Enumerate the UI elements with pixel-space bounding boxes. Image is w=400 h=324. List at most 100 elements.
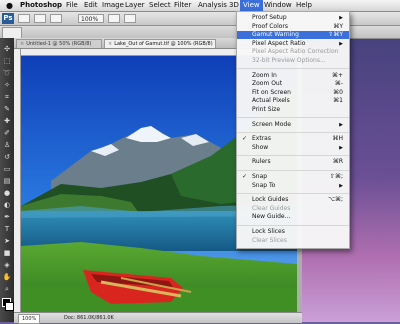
path-selection-tool-icon[interactable]: ➤ — [2, 236, 12, 246]
menu-item-shortcut: ⌥⌘; — [328, 196, 343, 204]
clone-stamp-tool-icon[interactable]: ♙ — [2, 140, 12, 150]
menu-item-label: Lock Guides — [252, 196, 289, 204]
submenu-arrow-icon: ▶ — [339, 144, 343, 151]
apple-icon[interactable]: ● — [6, 0, 13, 11]
menu-item-shortcut: ⌘Y — [333, 22, 343, 30]
tools-panel: ✣ ⬚ ➰ ✧ ⌗ ✎ ✚ ✐ ♙ ↺ ▭ ▤ ● ◐ ✒ T ➤ ■ ◈ ✋ … — [0, 38, 14, 322]
menu-item-shortcut: ⌘- — [334, 80, 343, 88]
magic-wand-tool-icon[interactable]: ✧ — [2, 80, 12, 90]
arrange-documents-button[interactable] — [108, 14, 120, 23]
menu-item-lock-slices[interactable]: Lock Slices — [237, 228, 349, 236]
menu-view[interactable]: View — [240, 0, 263, 11]
menu-separator — [237, 117, 349, 119]
history-brush-tool-icon[interactable]: ↺ — [2, 152, 12, 162]
menu-item-label: Fit on Screen — [252, 88, 291, 96]
menu-item-rulers[interactable]: Rulers ⌘R — [237, 158, 349, 166]
dodge-tool-icon[interactable]: ◐ — [2, 200, 12, 210]
menu-item-label: 32-bit Preview Options... — [252, 57, 326, 64]
brush-tool-icon[interactable]: ✐ — [2, 128, 12, 138]
menu-item-proof-setup[interactable]: Proof Setup ▶ — [237, 14, 349, 22]
tab-label: Untitled-1 @ 50% (RGB/8) — [26, 41, 92, 47]
zoom-level-field[interactable]: 100% — [78, 14, 104, 23]
menu-item-label: Clear Guides — [252, 204, 291, 212]
menu-item-label: Clear Slices — [252, 236, 287, 244]
tab-lake-out-of-gamut[interactable]: × Lake_Out of Gamut.tif @ 100% (RGB/8) — [104, 39, 216, 48]
menu-item-clear-guides: Clear Guides — [237, 205, 349, 213]
zoom-tool-icon[interactable]: ⌕ — [2, 284, 12, 294]
status-zoom-field[interactable]: 100% — [18, 314, 41, 324]
view-menu-dropdown: Proof Setup ▶ Proof Colors ⌘Y Gamut Warning ⇧… — [236, 11, 350, 249]
menu-item-label: Snap To — [252, 181, 276, 189]
menu-item-zoom-out[interactable]: Zoom Out ⌘- — [237, 80, 349, 88]
menu-image[interactable]: Image — [102, 0, 124, 11]
healing-brush-tool-icon[interactable]: ✚ — [2, 116, 12, 126]
rotate-view-button[interactable] — [50, 14, 62, 23]
menu-item-snap-to[interactable]: Snap To ▶ — [237, 182, 349, 190]
menu-analysis[interactable]: Analysis — [198, 0, 227, 11]
3d-rotate-tool-icon[interactable]: ◈ — [2, 260, 12, 270]
tab-label: Lake_Out of Gamut.tif @ 100% (RGB/8) — [114, 41, 213, 47]
menu-item-label: Extras — [252, 135, 271, 143]
background-color-swatch[interactable] — [5, 302, 14, 311]
menu-filter[interactable]: Filter — [174, 0, 191, 11]
submenu-arrow-icon: ▶ — [339, 15, 343, 21]
menu-3d[interactable]: 3D — [229, 0, 239, 11]
close-tab-icon[interactable]: × — [20, 41, 24, 47]
eraser-tool-icon[interactable]: ▭ — [2, 164, 12, 174]
menu-item-32-bit-preview-options: 32-bit Preview Options... — [237, 57, 349, 65]
menu-select[interactable]: Select — [149, 0, 171, 11]
menu-window[interactable]: Window — [264, 0, 292, 11]
menu-item-fit-on-screen[interactable]: Fit on Screen ⌘0 — [237, 89, 349, 97]
crop-tool-icon[interactable]: ⌗ — [2, 92, 12, 102]
tab-untitled-1[interactable]: × Untitled-1 @ 50% (RGB/8) — [16, 39, 102, 48]
menu-help[interactable]: Help — [296, 0, 312, 11]
menu-item-label: Gamut Warning — [252, 31, 299, 39]
hand-tool-icon[interactable]: ✋ — [2, 272, 12, 282]
move-tool-icon[interactable]: ✣ — [2, 44, 12, 54]
shape-tool-icon[interactable]: ■ — [2, 248, 12, 258]
menu-item-label: Zoom In — [252, 71, 277, 79]
menu-item-label: Actual Pixels — [252, 97, 290, 105]
menu-item-proof-colors[interactable]: Proof Colors ⌘Y — [237, 23, 349, 31]
menu-edit[interactable]: Edit — [84, 0, 98, 11]
menu-app-name[interactable]: Photoshop — [20, 0, 62, 11]
menu-separator — [237, 192, 349, 194]
lasso-tool-icon[interactable]: ➰ — [2, 68, 12, 78]
menu-item-shortcut: ⌘0 — [333, 88, 343, 96]
menu-layer[interactable]: Layer — [125, 0, 145, 11]
menu-item-lock-guides[interactable]: Lock Guides ⌥⌘; — [237, 196, 349, 204]
menu-item-label: Proof Colors — [252, 22, 288, 30]
checkmark-icon: ✓ — [242, 135, 248, 143]
menu-item-actual-pixels[interactable]: Actual Pixels ⌘1 — [237, 97, 349, 105]
close-tab-icon[interactable]: × — [108, 41, 112, 47]
menu-separator — [237, 169, 349, 171]
menu-file[interactable]: File — [66, 0, 78, 11]
blur-tool-icon[interactable]: ● — [2, 188, 12, 198]
menu-item-print-size[interactable]: Print Size — [237, 106, 349, 114]
gradient-tool-icon[interactable]: ▤ — [2, 176, 12, 186]
screen-mode-button[interactable] — [124, 14, 136, 23]
menu-item-screen-mode[interactable]: Screen Mode ▶ — [237, 121, 349, 129]
menu-item-label: Screen Mode — [252, 120, 291, 128]
menu-item-new-guide[interactable]: New Guide... — [237, 213, 349, 221]
menu-item-label: Pixel Aspect Ratio Correction — [252, 48, 339, 56]
menu-item-zoom-in[interactable]: Zoom In ⌘+ — [237, 72, 349, 80]
menu-item-label: Show — [252, 143, 269, 151]
marquee-tool-icon[interactable]: ⬚ — [2, 56, 12, 66]
menu-item-pixel-aspect-ratio[interactable]: Pixel Aspect Ratio ▶ — [237, 40, 349, 48]
menu-item-label: Lock Slices — [252, 228, 285, 235]
type-tool-icon[interactable]: T — [2, 224, 12, 234]
menu-item-shortcut: ⇧⌘; — [329, 173, 343, 180]
hand-tool-button[interactable] — [18, 14, 30, 23]
vertical-ruler — [14, 49, 21, 312]
zoom-tool-button[interactable] — [34, 14, 46, 23]
menu-item-clear-slices: Clear Slices — [237, 237, 349, 245]
pen-tool-icon[interactable]: ✒ — [2, 212, 12, 222]
eyedropper-tool-icon[interactable]: ✎ — [2, 104, 12, 114]
menu-item-snap[interactable]: ✓ Snap ⇧⌘; — [237, 173, 349, 181]
menu-item-extras[interactable]: ✓ Extras ⌘H — [237, 135, 349, 143]
menu-item-show[interactable]: Show ▶ — [237, 144, 349, 152]
menu-item-gamut-warning[interactable]: Gamut Warning ⇧⌘Y — [237, 31, 349, 40]
checkmark-icon: ✓ — [242, 173, 248, 180]
menu-item-shortcut: ⌘+ — [331, 71, 343, 79]
